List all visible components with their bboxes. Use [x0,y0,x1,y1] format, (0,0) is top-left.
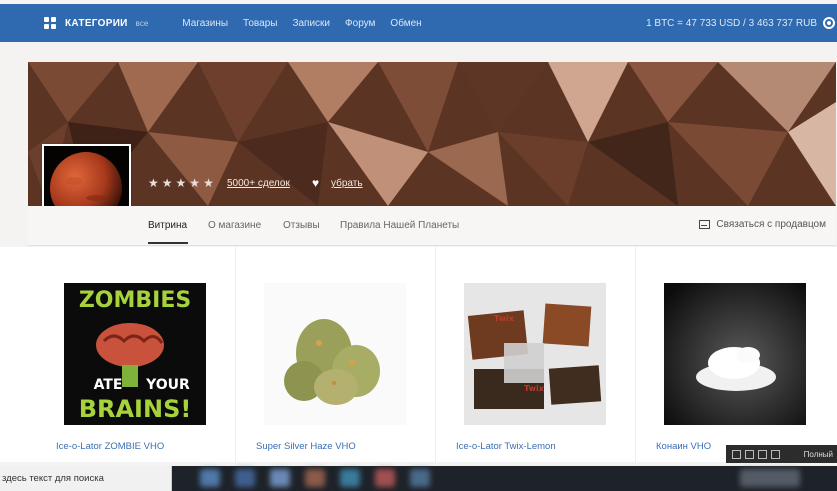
product-card[interactable]: ZOMBIES ATE YOUR BRAINS! Ice-o-Lator ZOM… [36,247,236,462]
top-navbar: КАТЕГОРИИ все Магазины Товары Записки Фо… [0,4,837,42]
taskbar-app-icon[interactable] [270,469,290,487]
contact-seller-label: Связаться с продавцом [716,219,826,230]
blurred-region [504,343,544,383]
tab-showcase[interactable]: Витрина [148,220,187,231]
product-image [664,283,806,425]
settings-icon[interactable] [823,17,835,29]
product-title[interactable]: Super Silver Haze VHO [256,441,356,452]
product-card[interactable]: Super Silver Haze VHO [236,247,436,462]
taskbar: здесь текст для поиска [0,466,837,491]
region-icon[interactable] [758,449,767,459]
taskbar-app-icon[interactable] [235,469,255,487]
product-image [264,283,406,425]
grid-icon [44,17,56,29]
nav-forum[interactable]: Форум [345,18,375,29]
product-image: ZOMBIES ATE YOUR BRAINS! [64,283,206,425]
twix-logo-text: Twix [524,384,545,393]
rating-stars: ★ ★ ★ ★ ★ [148,176,214,190]
fullscreen-label[interactable]: Полный [804,450,833,459]
twix-logo-text: Twix [494,314,515,323]
categories-button[interactable]: КАТЕГОРИИ все [44,17,148,29]
product-card[interactable]: Конаин VHO [636,247,836,462]
nav-goods[interactable]: Товары [243,18,277,29]
nav-shops[interactable]: Магазины [182,18,228,29]
taskbar-tray[interactable] [740,469,800,487]
remove-favorite-link[interactable]: убрать [331,178,363,189]
star-icon: ★ [189,176,201,190]
heart-icon[interactable]: ♥ [312,177,319,189]
product-title[interactable]: Ice-o-Lator Twix-Lemon [456,441,556,452]
tab-reviews[interactable]: Отзывы [283,220,320,231]
tab-about[interactable]: О магазине [208,220,261,231]
crop-icon[interactable] [771,449,780,459]
window-icon[interactable] [745,449,754,459]
star-icon: ★ [161,176,173,190]
brains-text: BRAINS! [79,395,192,423]
product-card[interactable]: Twix Twix Ice-o-Lator Twix-Lemon [436,247,636,462]
taskbar-app-icon[interactable] [200,469,220,487]
product-image: Twix Twix [464,283,606,425]
nav-notes[interactable]: Записки [292,18,330,29]
screen-capture-toolbar: Полный [726,445,837,463]
product-title[interactable]: Ice-o-Lator ZOMBIE VHO [56,441,164,452]
taskbar-app-icon[interactable] [410,469,430,487]
star-icon: ★ [175,176,187,190]
deals-count-link[interactable]: 5000+ сделок [227,178,290,189]
taskbar-search[interactable]: здесь текст для поиска [0,466,172,491]
taskbar-app-icon[interactable] [375,469,395,487]
main-nav: Магазины Товары Записки Форум Обмен [182,18,421,29]
taskbar-app-icon[interactable] [305,469,325,487]
btc-rate: 1 BTC = 47 733 USD / 3 463 737 RUB [646,17,817,29]
active-tab-indicator [148,242,188,244]
your-text: YOUR [145,377,190,393]
tab-rules[interactable]: Правила Нашей Планеты [340,220,459,231]
menu-icon[interactable] [732,449,741,459]
shop-tabs: Витрина О магазине Отзывы Правила Нашей … [28,206,836,246]
mail-icon [699,220,711,229]
contact-seller-button[interactable]: Связаться с продавцом [699,219,826,230]
ate-text: ATE [94,377,123,393]
product-grid: ZOMBIES ATE YOUR BRAINS! Ice-o-Lator ZOM… [0,247,837,462]
product-title[interactable]: Конаин VHO [656,441,711,452]
categories-all-link[interactable]: все [136,19,149,28]
categories-label: КАТЕГОРИИ [65,17,128,29]
star-icon: ★ [148,176,159,190]
zombies-text: ZOMBIES [79,288,191,313]
star-icon: ★ [203,176,214,190]
nav-exchange[interactable]: Обмен [390,18,421,29]
taskbar-app-icon[interactable] [340,469,360,487]
